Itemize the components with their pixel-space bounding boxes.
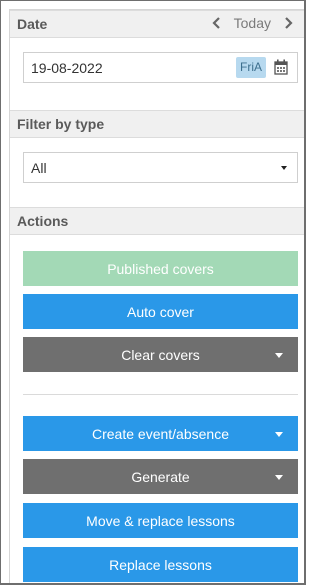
panel-frame: Date Today 19-08-2022 FriA Filter by typ… — [0, 0, 306, 585]
replace-lessons-button[interactable]: Replace lessons — [23, 547, 298, 582]
actions-section-header: Actions — [10, 207, 304, 235]
chevron-left-icon[interactable] — [210, 15, 224, 31]
actions-section-title: Actions — [17, 213, 69, 229]
move-replace-lessons-label: Move & replace lessons — [86, 512, 235, 529]
chevron-right-icon[interactable] — [281, 15, 295, 31]
replace-lessons-label: Replace lessons — [109, 556, 212, 573]
date-section-title: Date — [17, 16, 48, 32]
caret-down-icon — [281, 166, 287, 170]
generate-button[interactable]: Generate — [23, 459, 298, 494]
published-covers-label: Published covers — [107, 260, 214, 277]
filter-section-title: Filter by type — [17, 116, 105, 132]
filter-section-header: Filter by type — [10, 110, 304, 138]
calendar-icon[interactable] — [274, 59, 288, 80]
auto-cover-label: Auto cover — [127, 303, 194, 320]
caret-down-icon[interactable] — [275, 475, 283, 480]
date-section-header: Date Today — [10, 10, 304, 38]
generate-label: Generate — [131, 468, 190, 485]
clear-covers-label: Clear covers — [121, 346, 200, 363]
move-replace-lessons-button[interactable]: Move & replace lessons — [23, 503, 298, 538]
create-event-absence-label: Create event/absence — [92, 425, 229, 442]
day-badge: FriA — [236, 57, 266, 78]
date-value: 19-08-2022 — [31, 60, 103, 76]
create-event-absence-button[interactable]: Create event/absence — [23, 416, 298, 451]
actions-divider — [23, 394, 298, 395]
caret-down-icon[interactable] — [275, 432, 283, 437]
filter-type-select[interactable]: All — [23, 152, 298, 183]
date-navigation: Today — [210, 15, 295, 31]
caret-down-icon[interactable] — [275, 353, 283, 358]
filter-selected-value: All — [31, 160, 47, 176]
date-input[interactable]: 19-08-2022 FriA — [23, 52, 298, 83]
side-panel: Date Today 19-08-2022 FriA Filter by typ… — [9, 9, 304, 583]
published-covers-button[interactable]: Published covers — [23, 251, 298, 286]
auto-cover-button[interactable]: Auto cover — [23, 294, 298, 329]
clear-covers-button[interactable]: Clear covers — [23, 337, 298, 372]
today-button[interactable]: Today — [234, 15, 271, 31]
